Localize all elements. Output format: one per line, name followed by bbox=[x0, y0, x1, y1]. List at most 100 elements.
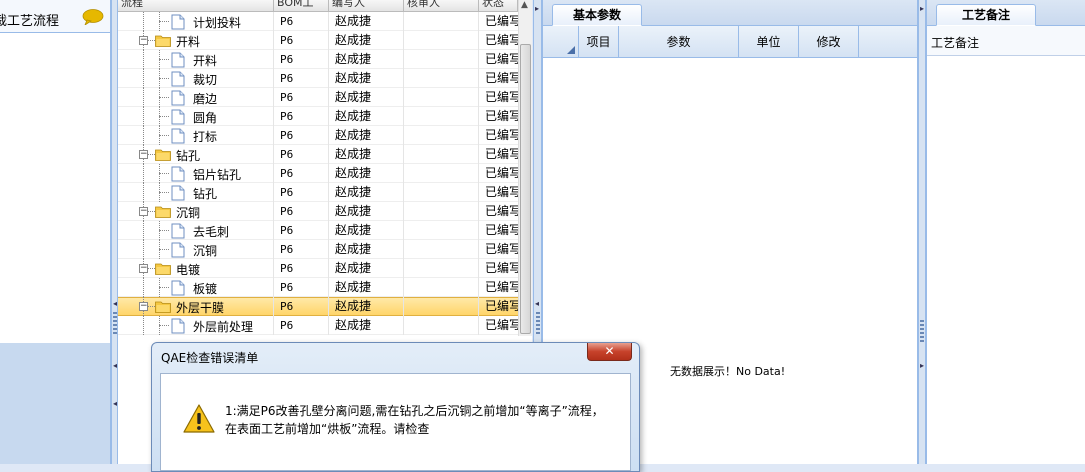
collapse-arrow-icon[interactable]: ◂ bbox=[534, 300, 540, 308]
collapse-toggle-icon[interactable]: − bbox=[139, 263, 148, 273]
tree-node-label: 沉铜 bbox=[176, 205, 201, 220]
collapse-toggle-icon[interactable]: − bbox=[139, 35, 148, 45]
tree-row[interactable]: 去毛刺 P6 赵成捷 已编写 bbox=[118, 220, 518, 240]
left-body bbox=[0, 33, 110, 343]
tree-node-label: 圆角 bbox=[193, 110, 218, 125]
tree-row[interactable]: 磨边 P6 赵成捷 已编写 bbox=[118, 87, 518, 107]
no-data-message: 无数据展示！No Data! bbox=[670, 365, 786, 378]
tree-row[interactable]: 开料 P6 赵成捷 已编写 bbox=[118, 49, 518, 69]
splitter-left[interactable]: ◂ ◂ ◂ bbox=[111, 0, 118, 464]
tree-row[interactable]: 板镀 P6 赵成捷 已编写 bbox=[118, 277, 518, 297]
cell-status: 已编写 bbox=[485, 222, 518, 237]
collapse-arrow-icon[interactable]: ▸ bbox=[534, 5, 540, 13]
collapse-toggle-icon[interactable]: − bbox=[139, 149, 148, 159]
tree-row[interactable]: 计划投料 P6 赵成捷 已编写 bbox=[118, 11, 518, 31]
document-icon bbox=[171, 109, 185, 124]
document-icon bbox=[171, 52, 185, 67]
col-header-author[interactable]: 编写人 bbox=[329, 0, 404, 11]
splitter-grip[interactable] bbox=[536, 312, 540, 334]
cell-author: 赵成捷 bbox=[329, 297, 404, 316]
left-panel: 裁工艺流程 bbox=[0, 0, 111, 464]
cell-process: 沉铜 bbox=[118, 239, 274, 259]
cell-author: 赵成捷 bbox=[329, 125, 404, 145]
params-tabstrip: 基本参数 bbox=[543, 0, 917, 26]
tab-basic-params[interactable]: 基本参数 bbox=[552, 4, 642, 26]
cell-author: 赵成捷 bbox=[329, 49, 404, 69]
tree-row[interactable]: 外层前处理 P6 赵成捷 已编写 bbox=[118, 315, 518, 335]
tree-node-label: 板镀 bbox=[193, 281, 218, 296]
tree-node-label: 铝片钻孔 bbox=[193, 167, 242, 182]
document-icon bbox=[171, 166, 185, 181]
tree-row[interactable]: 圆角 P6 赵成捷 已编写 bbox=[118, 106, 518, 126]
cell-process: 板镀 bbox=[118, 277, 274, 297]
col-header-modify[interactable]: 修改 bbox=[799, 26, 859, 57]
tree-row[interactable]: − 电镀 P6 赵成捷 已编写 bbox=[118, 258, 518, 278]
collapse-toggle-icon[interactable]: − bbox=[139, 206, 148, 216]
cell-bom: P6 bbox=[274, 297, 329, 316]
dialog-message: 1:满足P6改善孔壁分离问题,需在钻孔之后沉铜之前增加“等离子”流程，在表面工艺… bbox=[225, 404, 604, 436]
tree-row[interactable]: − 沉铜 P6 赵成捷 已编写 bbox=[118, 201, 518, 221]
col-header-unit[interactable]: 单位 bbox=[739, 26, 799, 57]
scrollbar-thumb[interactable] bbox=[520, 44, 531, 334]
grid-corner-icon[interactable] bbox=[543, 26, 579, 57]
speech-bubble-icon[interactable] bbox=[82, 9, 104, 25]
tree-row[interactable]: 裁切 P6 赵成捷 已编写 bbox=[118, 68, 518, 88]
cell-author: 赵成捷 bbox=[329, 87, 404, 107]
splitter-grip[interactable] bbox=[113, 312, 117, 334]
tree-node-label: 外层干膜 bbox=[176, 301, 225, 315]
tree-node-label: 钻孔 bbox=[193, 186, 218, 201]
col-header-status[interactable]: 状态 bbox=[479, 0, 518, 11]
col-header-item[interactable]: 项目 bbox=[579, 26, 619, 57]
collapse-toggle-icon[interactable]: − bbox=[139, 302, 148, 311]
warning-icon bbox=[183, 404, 215, 433]
document-icon bbox=[171, 128, 185, 143]
folder-icon bbox=[155, 301, 171, 313]
cell-status: 已编写 bbox=[485, 317, 518, 332]
cell-author: 赵成捷 bbox=[329, 11, 404, 31]
col-header-param[interactable]: 参数 bbox=[619, 26, 739, 57]
tree-node-label: 外层前处理 bbox=[193, 319, 254, 334]
tree-row[interactable]: 打标 P6 赵成捷 已编写 bbox=[118, 125, 518, 145]
cell-process: 打标 bbox=[118, 125, 274, 145]
tree-rows: 计划投料 P6 赵成捷 已编写 − 开料 P6 赵成捷 已编写 开料 P6 赵成捷 已编写 裁切 P6 赵成捷… bbox=[118, 11, 518, 335]
process-remarks-panel: 工艺备注 工艺备注 bbox=[926, 0, 1085, 464]
tree-row[interactable]: − 外层干膜 P6 赵成捷 已编写 bbox=[118, 297, 518, 316]
tree-row[interactable]: − 开料 P6 赵成捷 已编写 bbox=[118, 30, 518, 50]
cell-author: 赵成捷 bbox=[329, 106, 404, 126]
folder-icon bbox=[155, 206, 171, 218]
tab-process-remarks[interactable]: 工艺备注 bbox=[936, 4, 1036, 26]
tree-node-label: 去毛刺 bbox=[193, 224, 230, 239]
col-header-process[interactable]: 流程 bbox=[118, 0, 274, 11]
scroll-up-icon[interactable]: ▲ bbox=[521, 0, 528, 10]
close-button[interactable]: ✕ bbox=[587, 343, 632, 361]
splitter-grip[interactable] bbox=[920, 320, 924, 342]
tree-row[interactable]: 钻孔 P6 赵成捷 已编写 bbox=[118, 182, 518, 202]
cell-author: 赵成捷 bbox=[329, 182, 404, 202]
cell-checker bbox=[404, 68, 479, 88]
tree-node-label: 开料 bbox=[176, 34, 201, 49]
folder-icon bbox=[155, 35, 171, 47]
cell-checker bbox=[404, 163, 479, 183]
tree-scrollbar[interactable]: ▲ bbox=[518, 0, 532, 336]
collapse-arrow-icon[interactable]: ▸ bbox=[919, 362, 925, 370]
document-icon bbox=[171, 14, 185, 29]
cell-process: 钻孔 bbox=[118, 182, 274, 202]
tree-row[interactable]: − 钻孔 P6 赵成捷 已编写 bbox=[118, 144, 518, 164]
cell-status: 已编写 bbox=[485, 146, 518, 161]
cell-status: 已编写 bbox=[485, 127, 518, 142]
cell-checker bbox=[404, 106, 479, 126]
cell-checker bbox=[404, 297, 479, 316]
cell-checker bbox=[404, 258, 479, 278]
collapse-arrow-icon[interactable]: ▸ bbox=[919, 5, 925, 13]
cell-author: 赵成捷 bbox=[329, 315, 404, 335]
cell-status: 已编写 bbox=[485, 203, 518, 218]
cell-status: 已编写 bbox=[485, 299, 518, 313]
cell-checker bbox=[404, 201, 479, 221]
document-icon bbox=[171, 223, 185, 238]
col-header-bom[interactable]: BOM工 bbox=[274, 0, 329, 11]
splitter-right[interactable]: ▸ ▸ bbox=[918, 0, 926, 464]
tree-row[interactable]: 沉铜 P6 赵成捷 已编写 bbox=[118, 239, 518, 259]
tree-row[interactable]: 铝片钻孔 P6 赵成捷 已编写 bbox=[118, 163, 518, 183]
col-header-checker[interactable]: 核审人 bbox=[404, 0, 479, 11]
cell-process: 计划投料 bbox=[118, 11, 274, 31]
